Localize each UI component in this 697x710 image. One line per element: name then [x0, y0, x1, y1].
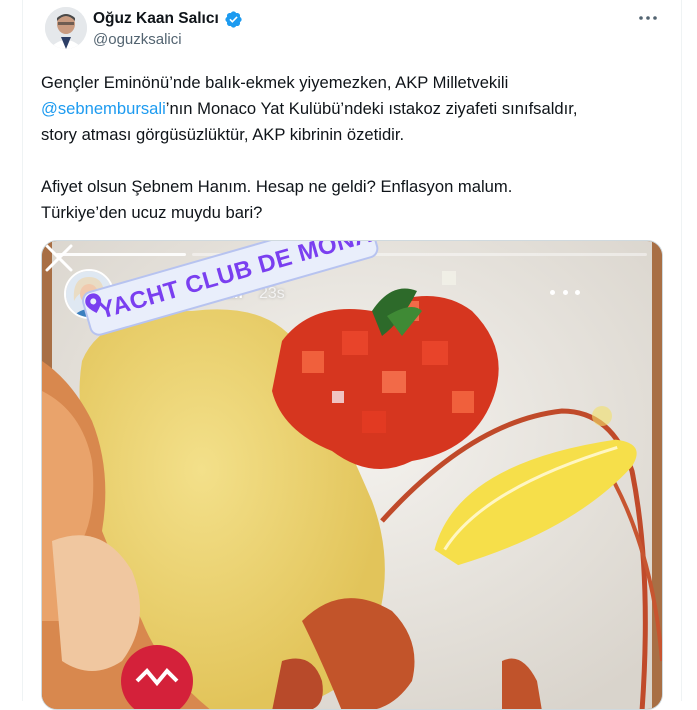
- tweet-text-line: story atması görgüsüzlüktür, AKP kibrini…: [41, 125, 405, 144]
- author-avatar[interactable]: [45, 7, 87, 49]
- tweet-text-line: Afiyet olsun Şebnem Hanım. Hesap ne geld…: [41, 177, 513, 196]
- mention-link[interactable]: @sebnembursali: [41, 99, 166, 118]
- tweet-text-line: Türkiye’den ucuz muydu bari?: [41, 203, 263, 222]
- author-name-row[interactable]: Oğuz Kaan Salıcı: [93, 8, 243, 30]
- tweet-text-line: @sebnembursali’nın Monaco Yat Kulübü’nde…: [41, 96, 676, 122]
- author-handle[interactable]: @oguzksalici: [93, 31, 182, 48]
- story-close-icon: [45, 244, 73, 272]
- more-horizontal-icon[interactable]: [635, 8, 661, 28]
- tweet-text-line: Gençler Eminönü’nde balık-ekmek yiyemezk…: [41, 73, 509, 92]
- author-display-name[interactable]: Oğuz Kaan Salıcı: [93, 10, 219, 28]
- tweet-card[interactable]: Oğuz Kaan Salıcı @oguzksalici Gençler Em…: [22, 0, 682, 710]
- verified-badge-icon: [225, 10, 242, 28]
- tweet-text: Gençler Eminönü’nde balık-ekmek yiyemezk…: [41, 70, 676, 226]
- tweet-media-image[interactable]: sebnembursali 23s YACHT CLUB DE MONA: [41, 240, 663, 710]
- tweet-text-fragment: ’nın Monaco Yat Kulübü’ndeki ıstakoz ziy…: [165, 99, 578, 118]
- story-more-icon: [550, 285, 580, 299]
